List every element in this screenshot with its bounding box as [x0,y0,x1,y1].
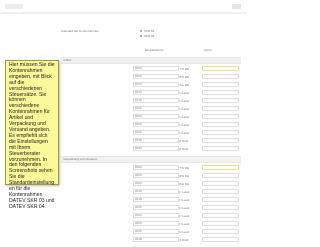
column-header-eingabekonto: Eingabekonto [145,48,164,52]
konto-field[interactable] [202,138,239,143]
table-row: Steuer 7% EU Land8310 [61,189,241,195]
header-logo [5,4,23,9]
konto-field[interactable] [202,189,239,194]
table-row: Steuer 19% EU Land8400 [61,221,241,227]
eingabekonto-field[interactable]: 8300 [133,66,179,71]
eingabekonto-field[interactable]: 8315 [133,197,179,202]
table-row: Steuer 7% EU Land8310 [61,90,241,96]
table-row: Steuer 19% EU Land8315 [61,197,241,203]
konto-field[interactable] [202,173,239,178]
konto-field[interactable] [202,205,239,210]
kontenrahmen-label: Standard der Kontenrahmen [61,29,99,33]
section-header: Artikel [61,57,241,64]
table-row: Steuer 7% Drittl.8338 [61,138,241,144]
konto-field[interactable] [202,221,239,226]
eingabekonto-field[interactable]: 8120 [133,181,179,186]
radio-icon [140,30,142,32]
konto-field[interactable] [202,130,239,135]
top-bar [0,12,247,14]
eingabekonto-field[interactable]: 8300 [133,213,179,218]
table-row: Steuerfrei EU Land8125 [61,205,241,211]
konto-field[interactable] [202,213,239,218]
konto-field[interactable] [202,229,239,234]
column-header-konto: Konto [204,48,212,52]
konto-field[interactable] [202,181,239,186]
table-row: Steuerfrei DE 8120 [61,181,241,187]
table-row: Steuerfrei EU Land8125 [61,130,241,136]
table-row: Steuerfrei EU Land8125 [61,106,241,112]
eingabekonto-field[interactable]: 8338 [133,237,179,242]
section-title: Artikel [63,58,72,62]
konto-field[interactable] [202,122,239,127]
konto-field[interactable] [202,106,239,111]
help-tooltip: Hier müssen Sie die Kontenrahmen eingebe… [5,60,59,210]
table-row: Steuer 7% DE 8300 [61,66,241,72]
konto-field[interactable] [202,114,239,119]
konto-field[interactable] [202,82,239,87]
eingabekonto-field[interactable]: 8300 [133,165,179,170]
eingabekonto-field[interactable]: 8315 [133,98,179,103]
eingabekonto-field[interactable]: 8125 [133,130,179,135]
table-row: Steuer 7% EU Land8300 [61,114,241,120]
konto-field[interactable] [202,197,239,202]
section-title: Verpackung und Versand [63,157,97,161]
eingabekonto-field[interactable]: 8400 [133,221,179,226]
eingabekonto-field[interactable]: 8400 [133,74,179,79]
header-menu[interactable] [232,4,241,9]
radio-skr03[interactable]: SKR 03 [140,29,154,33]
radio-label: SKR 03 [144,29,155,33]
radio-label: SKR 04 [144,34,155,38]
eingabekonto-field[interactable]: 8400 [133,173,179,178]
konto-field[interactable] [202,74,239,79]
table-row: Steuer 19% EU Land8315 [61,98,241,104]
table-row: Steuer 7% Drittl.8338 [61,237,241,243]
eingabekonto-field[interactable]: 8310 [133,189,179,194]
konto-field[interactable] [202,165,239,170]
table-row: Steuer 7% EU Land8300 [61,213,241,219]
table-row: Steuerfrei DE 8120 [61,82,241,88]
table-row: Steuer 19% EU Land8400 [61,122,241,128]
section-header: Verpackung und Versand [61,156,241,163]
eingabekonto-field[interactable]: 8125 [133,229,179,234]
konto-field[interactable] [202,90,239,95]
eingabekonto-field[interactable]: 8125 [133,205,179,210]
eingabekonto-field[interactable]: 8339 [133,146,179,151]
table-row: Steuer 19% DE8400 [61,74,241,80]
eingabekonto-field[interactable]: 8120 [133,82,179,87]
table-row: Steuerfrei EU Land8125 [61,229,241,235]
konto-field[interactable] [202,237,239,242]
eingabekonto-field[interactable]: 8300 [133,114,179,119]
radio-icon [140,35,142,37]
table-row: Steuer 19% Drittl.8339 [61,146,241,152]
konto-field[interactable] [202,98,239,103]
konto-field[interactable] [202,66,239,71]
eingabekonto-field[interactable]: 8310 [133,90,179,95]
radio-skr04[interactable]: SKR 04 [140,34,154,38]
eingabekonto-field[interactable]: 8338 [133,138,179,143]
eingabekonto-field[interactable]: 8400 [133,122,179,127]
table-row: Steuer 7% DE 8300 [61,165,241,171]
konto-field[interactable] [202,146,239,151]
eingabekonto-field[interactable]: 8125 [133,106,179,111]
table-row: Steuer 19% DE8400 [61,173,241,179]
